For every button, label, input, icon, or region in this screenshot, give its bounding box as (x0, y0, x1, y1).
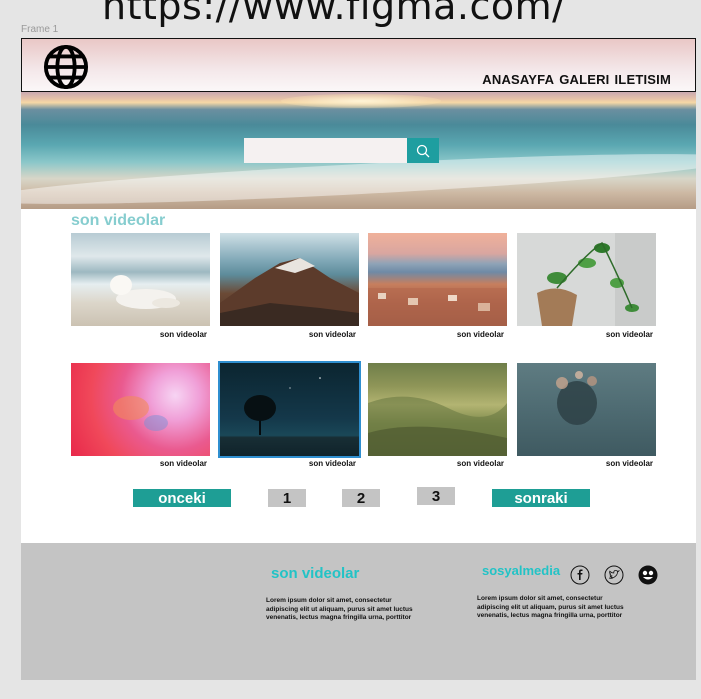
prev-button[interactable]: onceki (133, 489, 231, 507)
tree-illustration (244, 377, 321, 435)
nav-item-anasayfa[interactable]: ANASAYFA (482, 72, 554, 87)
gallery-caption: son videolar (159, 330, 207, 339)
main-nav: ANASAYFA GALERI ILETISIM (482, 72, 671, 87)
nav-item-galeri[interactable]: GALERI (559, 72, 609, 87)
frame: ANASAYFA GALERI ILETISIM son videolar so… (21, 38, 696, 680)
gallery-caption: son videolar (456, 459, 504, 468)
frame-label: Frame 1 (21, 24, 59, 35)
plant-illustration (537, 233, 656, 326)
nav-item-iletisim[interactable]: ILETISIM (615, 72, 672, 87)
gallery-thumb-pink[interactable] (71, 363, 210, 456)
social-title: sosyalmedia (482, 563, 561, 578)
dribbble-icon[interactable] (638, 565, 658, 585)
search-input[interactable] (244, 138, 407, 163)
gallery-caption: son videolar (159, 459, 207, 468)
gallery-thumb-hills[interactable] (368, 363, 507, 456)
gallery-caption: son videolar (456, 330, 504, 339)
hero-sun (281, 94, 441, 108)
footer: son videolar Lorem ipsum dolor sit amet,… (21, 543, 696, 680)
globe-icon[interactable] (43, 44, 89, 90)
gallery-thumb-city[interactable] (368, 233, 507, 326)
search-icon (416, 144, 430, 157)
city-illustration (368, 288, 507, 326)
facebook-icon[interactable] (570, 565, 590, 585)
page-url-title: https://www.figma.com/ (102, 0, 566, 28)
page-2-button[interactable]: 2 (342, 489, 380, 507)
page-1-button[interactable]: 1 (268, 489, 306, 507)
social-description: Lorem ipsum dolor sit amet, consectetur … (477, 595, 624, 619)
gallery-thumb-tree[interactable] (220, 363, 359, 456)
dog-illustration (110, 275, 180, 309)
ink-illustration (113, 396, 168, 431)
gallery-caption: son videolar (308, 330, 356, 339)
flowers-illustration (556, 371, 597, 425)
next-button[interactable]: sonraki (492, 489, 590, 507)
search-button[interactable] (407, 138, 439, 163)
header: ANASAYFA GALERI ILETISIM (21, 38, 696, 92)
gallery-caption: son videolar (308, 459, 356, 468)
gallery-caption: son videolar (605, 330, 653, 339)
mountain-illustration (220, 258, 359, 326)
gallery-thumb-dog-beach[interactable] (71, 233, 210, 326)
hills-illustration (368, 396, 507, 456)
footer-description: Lorem ipsum dolor sit amet, consectetur … (266, 597, 413, 621)
gallery-thumb-mountain[interactable] (220, 233, 359, 326)
gallery-caption: son videolar (605, 459, 653, 468)
gallery-thumb-flowers[interactable] (517, 363, 656, 456)
footer-title: son videolar (271, 565, 360, 582)
gallery-title: son videolar (71, 212, 166, 229)
twitter-icon[interactable] (604, 565, 624, 585)
page-3-button[interactable]: 3 (417, 487, 455, 505)
gallery-thumb-plant[interactable] (517, 233, 656, 326)
